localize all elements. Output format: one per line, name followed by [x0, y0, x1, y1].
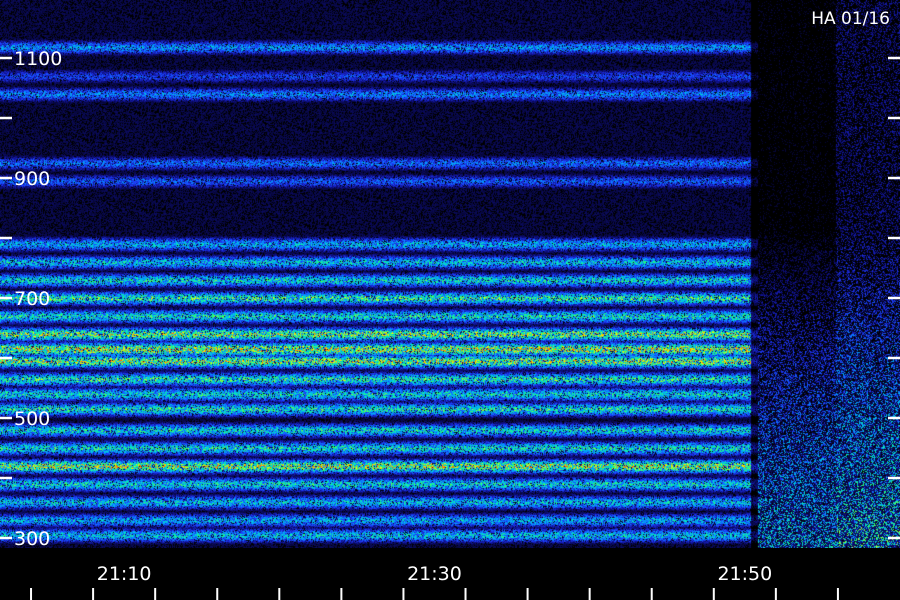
- spectrogram-heatmap: [0, 0, 900, 548]
- corner-label: HA 01/16: [811, 9, 890, 29]
- y-tick-label: 900: [14, 168, 50, 190]
- x-tick-label: 21:30: [407, 563, 462, 585]
- y-tick-label: 1100: [14, 48, 62, 70]
- y-tick-label: 700: [14, 288, 50, 310]
- spectrogram-chart: 21:10 21:30 21:50 300 500 700 900 1100 HA 01/16: [0, 0, 900, 600]
- y-tick-label: 300: [14, 528, 50, 550]
- x-tick-label: 21:10: [97, 563, 152, 585]
- x-tick-label: 21:50: [717, 563, 772, 585]
- y-tick-label: 500: [14, 408, 50, 430]
